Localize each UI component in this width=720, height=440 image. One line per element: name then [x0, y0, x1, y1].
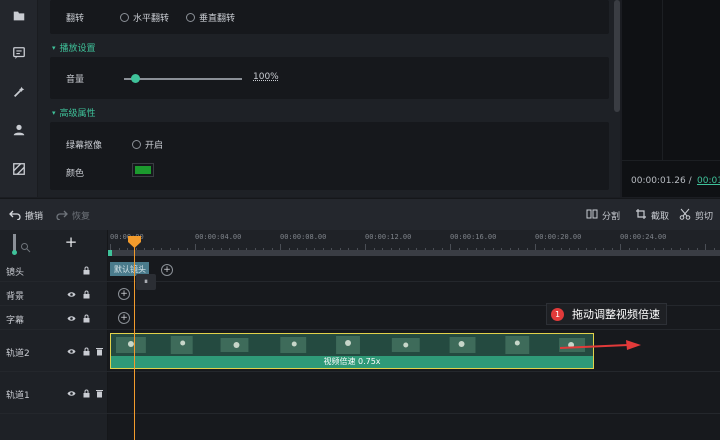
chroma-key-option: 开启 — [145, 141, 164, 151]
mask-icon[interactable] — [11, 161, 27, 177]
eye-icon[interactable] — [67, 314, 76, 323]
flip-vertical-radio[interactable]: 垂直翻转 — [186, 11, 235, 24]
crop-label: 截取 — [651, 212, 670, 222]
flip-section: 翻转 水平翻转 垂直翻转 — [50, 0, 609, 34]
tooltip-text: 拖动调整视频倍速 — [572, 308, 660, 321]
track-row-track1: 轨道1 — [0, 372, 720, 414]
properties-panel: 翻转 水平翻转 垂直翻转 ▾ 播放设置 音量 100% ▾ 高级属性 绿幕抠像 … — [38, 0, 620, 197]
volume-label: 音量 — [66, 75, 85, 85]
zoom-icon[interactable] — [20, 242, 31, 256]
ruler-scroll-bar[interactable] — [108, 250, 720, 256]
flip-label: 翻转 — [66, 14, 85, 24]
preview-grid-line — [662, 0, 663, 160]
ruler-tick-label: 00:00:04.00 — [195, 233, 242, 241]
crop-icon — [635, 208, 647, 223]
chevron-down-icon: ▾ — [52, 43, 56, 52]
ruler-start-marker — [108, 250, 112, 256]
folder-icon[interactable] — [11, 8, 27, 24]
chevron-down-icon: ▾ — [52, 108, 56, 117]
ruler-tick-label: 00:00:08.00 — [280, 233, 327, 241]
redo-button[interactable]: 恢复 — [56, 208, 90, 223]
volume-value[interactable]: 100% — [253, 72, 279, 82]
playhead-handle[interactable] — [128, 236, 141, 248]
playback-title: 播放设置 — [59, 44, 96, 54]
video-thumbnails — [111, 334, 593, 356]
add-subtitle-icon[interactable]: + — [118, 312, 130, 324]
track-name-track2: 轨道2 — [6, 349, 30, 359]
flip-horizontal-radio[interactable]: 水平翻转 — [120, 11, 169, 24]
undo-label: 撤销 — [25, 212, 44, 222]
add-track-icon[interactable]: + — [64, 235, 78, 250]
eye-icon[interactable] — [67, 290, 76, 299]
magic-wand-icon[interactable] — [11, 84, 27, 100]
person-icon[interactable] — [11, 122, 27, 138]
left-icon-rail — [0, 0, 38, 197]
track-name-subtitle: 字幕 — [6, 316, 25, 326]
eye-icon[interactable] — [67, 347, 76, 356]
preview-canvas — [622, 0, 720, 197]
ruler-tick-label: 00:00:24.00 — [620, 233, 667, 241]
properties-scrollbar[interactable] — [614, 0, 620, 112]
zoom-slider-handle[interactable] — [12, 250, 17, 255]
eye-icon[interactable] — [67, 389, 76, 398]
ruler-tick-label: 00:00:12.00 — [365, 233, 412, 241]
ruler-tick-label: 00:00:16.00 — [450, 233, 497, 241]
track-row-camera: 镜头 — [0, 258, 720, 282]
scissors-icon — [679, 208, 691, 223]
trash-icon[interactable] — [95, 347, 104, 356]
chroma-key-label: 绿幕抠像 — [66, 141, 103, 151]
timeline-toolbar: 撤销 恢复 分割 截取 剪切 — [0, 198, 720, 230]
split-button[interactable]: 分割 — [586, 208, 620, 223]
preview-divider — [622, 160, 720, 161]
lock-icon[interactable] — [82, 314, 91, 323]
chroma-key-radio[interactable]: 开启 — [132, 138, 163, 151]
split-marker[interactable]: ⏸ — [136, 274, 156, 290]
flip-horizontal-label: 水平翻转 — [133, 14, 170, 24]
playhead-line — [134, 240, 135, 440]
undo-icon — [9, 208, 21, 223]
advanced-title: 高级属性 — [59, 109, 96, 119]
advanced-section-header[interactable]: ▾ 高级属性 — [52, 106, 96, 120]
total-time: 00:01 — [697, 176, 720, 186]
lock-icon[interactable] — [82, 290, 91, 299]
crop-button[interactable]: 截取 — [635, 208, 669, 223]
advanced-section: 绿幕抠像 开启 颜色 — [50, 122, 609, 190]
radio-circle-icon — [132, 140, 141, 149]
split-icon — [586, 208, 598, 223]
trash-icon[interactable] — [95, 389, 104, 398]
volume-slider-track[interactable] — [124, 78, 242, 80]
redo-icon — [56, 208, 68, 223]
volume-slider-handle[interactable] — [130, 74, 140, 83]
playback-section-header[interactable]: ▾ 播放设置 — [52, 41, 96, 55]
flip-vertical-label: 垂直翻转 — [199, 14, 236, 24]
color-picker[interactable] — [132, 163, 154, 177]
ruler-tick-label: 00:00:20.00 — [535, 233, 582, 241]
speed-tooltip: 1 拖动调整视频倍速 — [546, 303, 667, 325]
video-speed-label: 视频倍速 0.75x — [111, 356, 593, 368]
cut-label: 剪切 — [695, 212, 714, 222]
tooltip-number-badge: 1 — [551, 307, 564, 321]
video-clip[interactable]: 视频倍速 0.75x — [110, 333, 594, 369]
lock-icon[interactable] — [82, 389, 91, 398]
cut-button[interactable]: 剪切 — [679, 208, 713, 223]
lock-icon[interactable] — [82, 266, 91, 275]
split-label: 分割 — [602, 212, 621, 222]
track-name-camera: 镜头 — [6, 268, 25, 278]
track-name-background: 背景 — [6, 292, 25, 302]
undo-button[interactable]: 撤销 — [9, 208, 43, 223]
lock-icon[interactable] — [82, 347, 91, 356]
time-ruler[interactable]: 00:00:00 00:00:04.00 00:00:08.00 00:00:12.0… — [108, 230, 720, 252]
message-icon[interactable] — [11, 45, 27, 61]
drag-arrow-icon — [560, 340, 641, 350]
redo-label: 恢复 — [72, 212, 91, 222]
playback-section: 音量 100% — [50, 57, 609, 99]
color-label: 颜色 — [66, 169, 85, 179]
radio-circle-icon — [120, 13, 129, 22]
track-name-track1: 轨道1 — [6, 391, 30, 401]
radio-circle-icon — [186, 13, 195, 22]
add-background-icon[interactable]: + — [118, 288, 130, 300]
add-keyframe-icon[interactable]: + — [161, 264, 173, 276]
current-time: 00:00:01.26 / — [631, 176, 692, 186]
color-swatch — [135, 166, 151, 174]
